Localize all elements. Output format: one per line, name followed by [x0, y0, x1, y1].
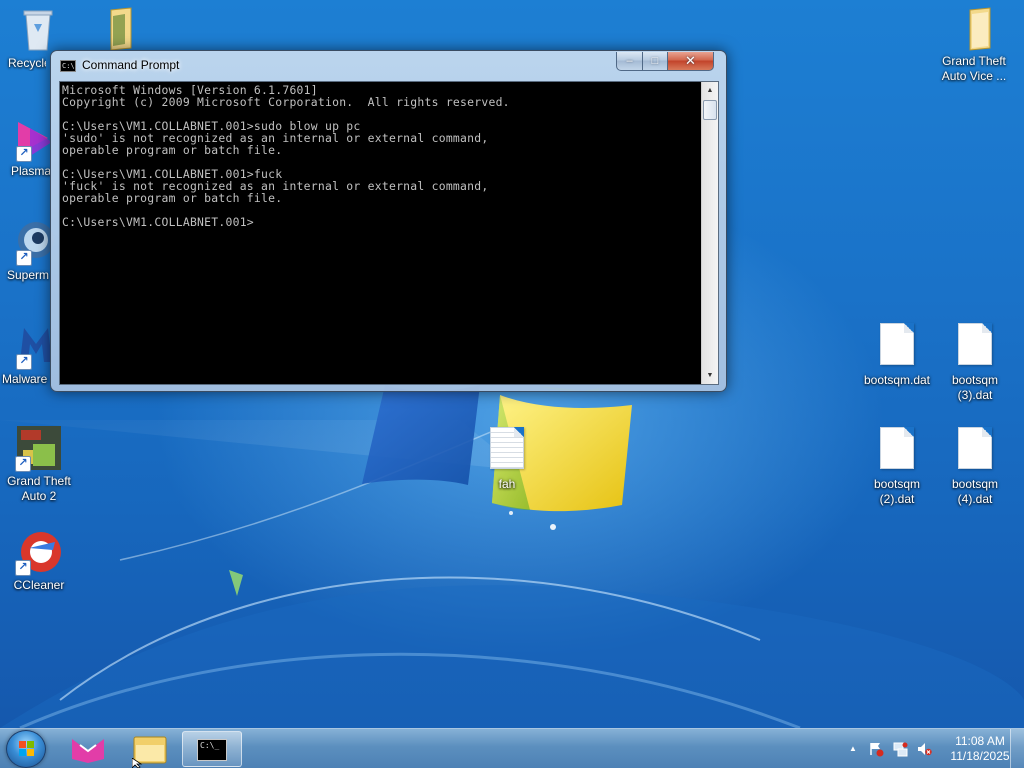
cmd-icon: C:\_	[197, 739, 227, 761]
shortcut-arrow-icon: ↗	[16, 146, 32, 162]
desktop-icon-label: bootsqm (4).dat	[951, 477, 999, 506]
show-desktop-button[interactable]	[1010, 729, 1024, 768]
file-icon	[880, 427, 914, 469]
shortcut-arrow-icon: ↗	[16, 250, 32, 266]
volume-muted-icon[interactable]	[916, 741, 932, 757]
desktop-icon-label: Grand Theft Auto Vice ...	[941, 54, 1007, 83]
file-icon	[958, 323, 992, 365]
mouse-cursor-icon	[132, 758, 143, 768]
show-hidden-icons-button[interactable]: ▲	[845, 741, 861, 757]
folder-icon	[133, 736, 167, 764]
maximize-button[interactable]: □	[642, 52, 668, 71]
taskbar-explorer-button[interactable]	[122, 731, 178, 767]
bootsqm-2-file[interactable]: bootsqm (2).dat	[857, 424, 937, 507]
scroll-down-icon[interactable]: ▼	[702, 367, 718, 384]
text-file-icon	[490, 427, 524, 469]
gta2-shortcut[interactable]: ↗ Grand Theft Auto 2	[0, 424, 79, 504]
windows-logo-part	[27, 741, 34, 748]
bootsqm-file[interactable]: bootsqm.dat	[857, 320, 937, 388]
superman-game-icon: ↗	[8, 218, 56, 266]
gta2-icon: ↗	[15, 424, 63, 472]
desktop-icon-label: bootsqm (2).dat	[873, 477, 921, 506]
plasma-icon: ↗	[8, 114, 56, 162]
command-prompt-window[interactable]: C:\ Command Prompt – □ ✕ Microsoft Windo…	[50, 50, 727, 392]
windows-logo-icon	[19, 741, 26, 748]
taskbar-cmd-button[interactable]: C:\_	[182, 731, 242, 767]
desktop-icon-label: bootsqm.dat	[863, 373, 931, 387]
recycle-bin-icon	[14, 6, 62, 54]
desktop-icon-label: CCleaner	[13, 578, 65, 592]
clock-date: 11/18/2025	[950, 749, 1010, 763]
cmd-app-icon[interactable]: C:\	[60, 60, 76, 72]
folder-icon	[950, 4, 998, 52]
scroll-up-icon[interactable]: ▲	[702, 82, 718, 99]
plasma-icon	[72, 739, 104, 763]
minimize-button[interactable]: –	[616, 52, 643, 71]
start-button[interactable]	[6, 730, 46, 768]
minimize-icon: –	[626, 55, 633, 67]
console-area[interactable]: Microsoft Windows [Version 6.1.7601] Cop…	[59, 81, 719, 385]
vertical-scrollbar[interactable]: ▲ ▼	[701, 82, 718, 384]
desktop[interactable]: Recycle Bin ↗ Plasma ↗ Superm ↗ Malware …	[0, 0, 1024, 728]
malwarebytes-icon: ↗	[8, 322, 56, 370]
bootsqm-3-file[interactable]: bootsqm (3).dat	[935, 320, 1015, 403]
fah-file[interactable]: fah	[467, 424, 547, 492]
desktop-icon-label: Recycle Bin	[8, 56, 46, 70]
file-icon	[880, 323, 914, 365]
shortcut-arrow-icon: ↗	[16, 354, 32, 370]
scroll-thumb[interactable]	[703, 100, 717, 120]
desktop-icon-label: bootsqm (3).dat	[951, 373, 999, 402]
shortcut-arrow-icon: ↗	[15, 456, 31, 472]
title-bar[interactable]: C:\ Command Prompt – □ ✕	[51, 51, 726, 81]
clock[interactable]: 11:08 AM 11/18/2025	[940, 734, 1020, 764]
close-button[interactable]: ✕	[667, 52, 714, 71]
ccleaner-shortcut[interactable]: ↗ CCleaner	[0, 528, 79, 593]
window-title: Command Prompt	[82, 58, 180, 72]
windows-logo-part	[27, 749, 34, 756]
file-icon	[958, 427, 992, 469]
clock-time: 11:08 AM	[955, 734, 1005, 748]
shortcut-arrow-icon: ↗	[15, 560, 31, 576]
action-center-icon[interactable]	[868, 741, 884, 757]
desktop-icon-label: fah	[498, 477, 516, 491]
taskbar[interactable]: C:\_ ▲ 11:08 AM 11/18/2025	[0, 728, 1024, 768]
system-tray[interactable]: ▲ 11:08 AM 11/18/2025	[840, 729, 1024, 768]
gta-vice-folder[interactable]: Grand Theft Auto Vice ...	[934, 4, 1014, 84]
folder-shortcut[interactable]	[75, 4, 155, 52]
taskbar-plasma-button[interactable]	[60, 731, 116, 767]
console-output[interactable]: Microsoft Windows [Version 6.1.7601] Cop…	[60, 82, 702, 384]
ccleaner-icon: ↗	[15, 528, 63, 576]
bootsqm-4-file[interactable]: bootsqm (4).dat	[935, 424, 1015, 507]
folder-icon	[91, 4, 139, 52]
windows-logo-part	[19, 749, 26, 756]
desktop-icon-label: Grand Theft Auto 2	[7, 474, 71, 503]
maximize-icon: □	[651, 55, 659, 67]
close-icon: ✕	[685, 53, 696, 68]
network-icon[interactable]	[892, 741, 908, 757]
